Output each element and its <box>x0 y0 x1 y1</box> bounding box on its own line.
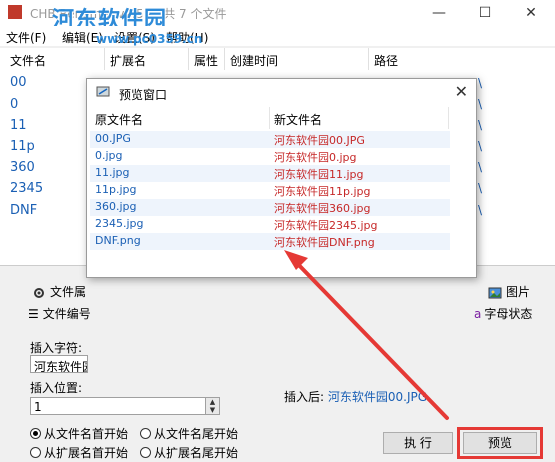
preview-old-name: 11p.jpg <box>95 183 137 196</box>
preview-row[interactable]: 11p.jpg 河东软件园11p.jpg <box>90 182 450 199</box>
tab-letter-case[interactable]: a 字母状态 <box>474 305 532 322</box>
preview-old-name: 0.jpg <box>95 149 123 162</box>
radio-from-ext-end-label: 从扩展名尾开始 <box>154 446 239 460</box>
preview-old-name: DNF.png <box>95 234 141 247</box>
column-divider[interactable] <box>104 48 105 70</box>
column-divider[interactable] <box>188 48 189 70</box>
preview-old-name: 11.jpg <box>95 166 130 179</box>
file-row-name[interactable]: 2345 <box>10 181 43 196</box>
preview-new-name: 河东软件园DNF.png <box>274 236 375 249</box>
preview-dialog: 预览窗口 ✕ 原文件名 新文件名 00.JPG 河东软件园00.JPG 0.jp… <box>86 78 477 278</box>
column-divider[interactable] <box>368 48 369 70</box>
file-row-name[interactable]: 360 <box>10 160 35 175</box>
preview-row[interactable]: 0.jpg 河东软件园0.jpg <box>90 148 450 165</box>
insert-char-input[interactable]: 河东软件园 <box>30 355 88 373</box>
file-row-path: \ <box>478 203 483 217</box>
radio-selected-icon <box>30 428 41 439</box>
maximize-button[interactable]: ☐ <box>462 0 508 26</box>
image-icon <box>488 286 502 300</box>
radio-from-name-end[interactable]: 从文件名尾开始 <box>140 425 238 442</box>
menu-bar: 文件(F) 编辑(E) 设置(S) 帮助(H) <box>0 26 555 46</box>
insert-char-label: 插入字符: <box>30 341 83 355</box>
column-divider[interactable] <box>224 48 225 70</box>
execute-button[interactable]: 执 行 <box>383 432 453 454</box>
preview-new-name: 河东软件园00.JPG <box>274 134 365 147</box>
tab-file-attributes[interactable]: 文件属 <box>32 283 86 300</box>
preview-old-name: 360.jpg <box>95 200 137 213</box>
preview-row[interactable]: DNF.png 河东软件园DNF.png <box>90 233 450 250</box>
preview-new-name: 河东软件园11.jpg <box>274 168 364 181</box>
file-row-name[interactable]: DNF <box>10 203 37 218</box>
dialog-title-bar: 预览窗口 ✕ <box>87 79 476 105</box>
minimize-button[interactable]: — <box>416 0 462 26</box>
preview-new-name: 河东软件园11p.jpg <box>274 185 371 198</box>
insert-position-input[interactable]: 1 <box>30 397 220 415</box>
tab-file-attributes-label: 文件属 <box>50 285 87 299</box>
radio-from-name-end-label: 从文件名尾开始 <box>154 427 239 441</box>
preview-button-highlight <box>457 427 543 459</box>
tab-file-numbering-label: 文件编号 <box>42 307 91 321</box>
preview-row[interactable]: 00.JPG 河东软件园00.JPG <box>90 131 450 148</box>
file-row-name[interactable]: 00 <box>10 75 27 90</box>
preview-row[interactable]: 2345.jpg 河东软件园2345.jpg <box>90 216 450 233</box>
radio-from-ext-end[interactable]: 从扩展名尾开始 <box>140 444 238 461</box>
file-row-path: \ <box>478 76 483 90</box>
preview-new-name: 河东软件园2345.jpg <box>274 219 378 232</box>
radio-empty-icon <box>140 428 151 439</box>
file-row-name[interactable]: 11 <box>10 118 27 133</box>
column-path[interactable]: 路径 <box>374 52 398 69</box>
dialog-close-icon[interactable]: ✕ <box>455 82 468 101</box>
radio-empty-icon <box>140 447 151 458</box>
column-filename[interactable]: 文件名 <box>10 52 46 69</box>
dialog-title: 预览窗口 <box>119 88 168 102</box>
app-icon <box>8 5 22 19</box>
close-button[interactable]: ✕ <box>508 0 554 26</box>
tab-file-numbering[interactable]: ☰ 文件编号 <box>28 305 91 322</box>
file-row-path: \ <box>478 139 483 153</box>
watermark-url: www.pc0359.cn <box>96 32 203 46</box>
file-row-path: \ <box>478 118 483 132</box>
radio-from-ext-start-label: 从扩展名首开始 <box>44 446 129 460</box>
file-row-name[interactable]: 11p <box>10 139 35 154</box>
gear-icon <box>32 286 46 300</box>
preview-window-icon <box>96 86 112 98</box>
list-icon: ☰ <box>28 307 39 321</box>
column-divider[interactable] <box>269 107 270 129</box>
menu-file[interactable]: 文件(F) <box>6 29 46 46</box>
column-divider[interactable] <box>448 107 449 129</box>
preview-new-name: 河东软件园360.jpg <box>274 202 371 215</box>
file-row-path: \ <box>478 160 483 174</box>
file-row-path: \ <box>478 97 483 111</box>
radio-from-name-start[interactable]: 从文件名首开始 <box>30 425 128 442</box>
function-tabs: 文件属 图片 ☰ 文件编号 a 字母状态 <box>0 278 555 324</box>
column-extension[interactable]: 扩展名 <box>110 52 146 69</box>
tab-images[interactable]: 图片 <box>488 283 530 300</box>
column-created[interactable]: 创建时间 <box>230 52 278 69</box>
insert-position-value: 1 <box>34 400 42 414</box>
column-original-name[interactable]: 原文件名 <box>95 111 143 128</box>
insert-after-label: 插入后: <box>284 390 325 404</box>
column-new-name[interactable]: 新文件名 <box>274 111 322 128</box>
column-attributes[interactable]: 属性 <box>194 52 218 69</box>
preview-old-name: 00.JPG <box>95 132 131 145</box>
radio-from-name-start-label: 从文件名首开始 <box>44 427 129 441</box>
letter-case-icon: a <box>474 307 482 321</box>
preview-row[interactable]: 360.jpg 河东软件园360.jpg <box>90 199 450 216</box>
spin-down-icon[interactable]: ▼ <box>205 406 219 414</box>
preview-old-name: 2345.jpg <box>95 217 144 230</box>
insert-after-value: 河东软件园00.JPG <box>327 390 428 404</box>
insert-position-label: 插入位置: <box>30 381 83 395</box>
title-bar: CHB Renamer v2.5 — 共 7 个文件 河东软件园 — ☐ ✕ <box>0 0 555 33</box>
insert-after-preview: 插入后: 河东软件园00.JPG <box>284 388 427 405</box>
tab-letter-case-label: 字母状态 <box>484 307 533 321</box>
spin-up-icon[interactable]: ▲ <box>205 398 219 406</box>
tab-images-label: 图片 <box>506 285 531 299</box>
preview-row[interactable]: 11.jpg 河东软件园11.jpg <box>90 165 450 182</box>
radio-from-ext-start[interactable]: 从扩展名首开始 <box>30 444 128 461</box>
file-row-path: \ <box>478 181 483 195</box>
preview-new-name: 河东软件园0.jpg <box>274 151 357 164</box>
radio-empty-icon <box>30 447 41 458</box>
file-row-name[interactable]: 0 <box>10 97 18 112</box>
